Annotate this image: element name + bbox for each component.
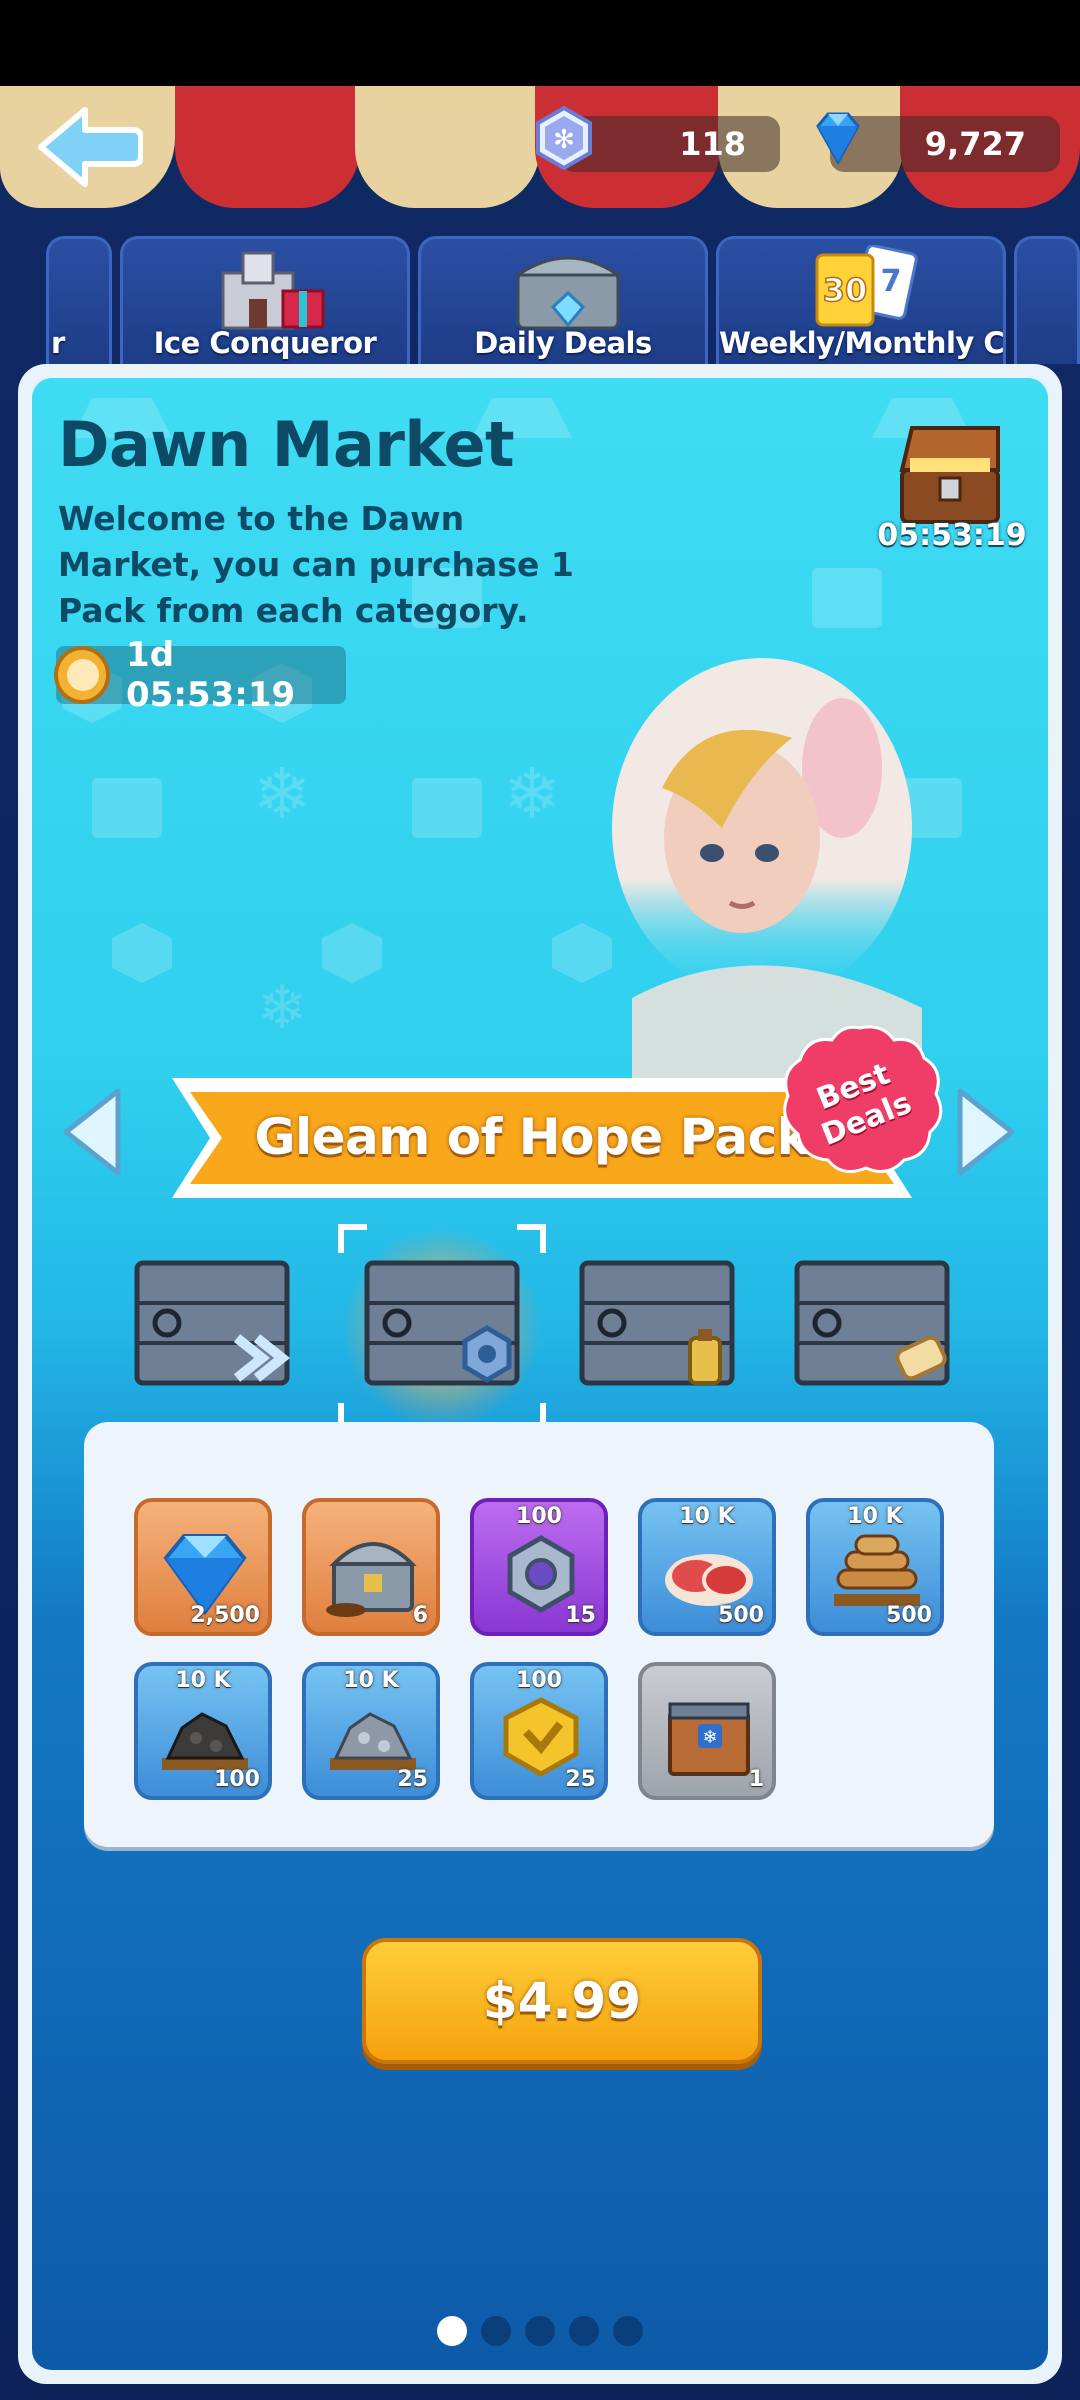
svg-text:❄: ❄ [257, 973, 307, 1043]
page-dot-4[interactable] [569, 2316, 599, 2346]
item-chest-count: 6 [412, 1603, 428, 1628]
pack-option-4[interactable] [787, 1243, 957, 1393]
svg-text:✻: ✻ [553, 125, 575, 155]
pack-selector [32, 1223, 1048, 1432]
diamond-count: 9,727 [924, 125, 1026, 163]
market-timer: 1d 05:53:19 [54, 635, 346, 715]
top-tab-beige-1 [355, 86, 540, 208]
tab-weekly-monthly-cards-label: Weekly/Monthly Cards [719, 326, 1005, 360]
back-button[interactable] [0, 86, 175, 208]
item-diamond-count: 2,500 [190, 1603, 260, 1628]
tab-next-partial[interactable] [1014, 236, 1080, 364]
market-title: Dawn Market [58, 408, 515, 481]
market-description: Welcome to the Dawn Market, you can purc… [58, 499, 574, 630]
item-coal[interactable]: 10 K 100 [134, 1662, 272, 1800]
pack-contents: 2,500 6 100 15 10 K 500 10 K 500 10 K 10… [84, 1422, 994, 1847]
item-iron-ore[interactable]: 10 K 25 [302, 1662, 440, 1800]
snowflake-gem-count: 118 [679, 125, 746, 163]
status-bar [0, 0, 1080, 86]
page-dot-2[interactable] [481, 2316, 511, 2346]
cards-icon: 30 7 [815, 245, 918, 327]
item-gold-token[interactable]: 100 25 [470, 1662, 608, 1800]
item-meat[interactable]: 10 K 500 [638, 1498, 776, 1636]
tab-partial[interactable]: r [46, 236, 112, 364]
top-tab-red-1 [175, 86, 360, 208]
pack-option-2-selected[interactable] [337, 1223, 547, 1433]
chest-timer: 05:53:19 [877, 518, 1027, 553]
item-coal-count: 100 [214, 1767, 260, 1792]
svg-text:❄: ❄ [503, 753, 562, 835]
page-dot-3[interactable] [525, 2316, 555, 2346]
item-gold-token-count: 25 [565, 1767, 596, 1792]
item-wood-count: 500 [886, 1603, 932, 1628]
back-arrow-icon [37, 107, 143, 187]
tab-ice-conqueror[interactable]: Ice Conqueror [120, 236, 410, 364]
item-chest[interactable]: 6 [302, 1498, 440, 1636]
snow-crate-icon: ❄ [668, 1702, 750, 1776]
buy-price: $4.99 [482, 1972, 642, 2030]
app-root: 118 ✻ 9,727 r Ice Conqueror Daily Deals … [0, 0, 1080, 2400]
item-gear-nut-count: 15 [565, 1603, 596, 1628]
item-wood[interactable]: 10 K 500 [806, 1498, 944, 1636]
svg-text:❄: ❄ [253, 753, 312, 835]
item-diamond[interactable]: 2,500 [134, 1498, 272, 1636]
item-snow-crate-count: 1 [748, 1767, 764, 1792]
page-dot-5[interactable] [613, 2316, 643, 2346]
diamond-icon [816, 112, 860, 166]
svg-text:❄: ❄ [807, 563, 857, 633]
tab-ice-conqueror-label: Ice Conqueror [153, 326, 377, 360]
market-panel: ❄ ❄ ❄ ❄ Dawn Market Welcome to the Dawn … [18, 364, 1062, 2384]
category-tabs: r Ice Conqueror Daily Deals 30 7 Weekly/… [0, 236, 1080, 364]
pack-option-3[interactable] [572, 1243, 742, 1393]
page-dot-1[interactable] [437, 2316, 467, 2346]
buy-button[interactable]: $4.99 [362, 1938, 762, 2064]
tab-daily-deals[interactable]: Daily Deals [418, 236, 708, 364]
svg-text:❄: ❄ [702, 1727, 717, 1748]
item-gear-nut[interactable]: 100 15 [470, 1498, 608, 1636]
tab-partial-label: r [51, 326, 65, 360]
item-iron-ore-count: 25 [397, 1767, 428, 1792]
castle-icon [221, 251, 325, 330]
market-timer-text: 1d 05:53:19 [126, 635, 296, 715]
cards-badge-30: 30 [823, 271, 868, 309]
pagination-dots [32, 2316, 1048, 2346]
prev-pack-arrow[interactable] [56, 1083, 130, 1181]
top-bar: 118 ✻ 9,727 [0, 86, 1080, 216]
cards-badge-7: 7 [881, 264, 902, 299]
snowflake-gem-icon: ✻ [536, 106, 592, 170]
tab-daily-deals-label: Daily Deals [474, 326, 652, 360]
pack-option-1[interactable] [127, 1243, 297, 1393]
item-meat-count: 500 [718, 1603, 764, 1628]
reward-chest-icon[interactable] [890, 418, 1010, 528]
next-pack-arrow[interactable] [948, 1083, 1022, 1181]
market-panel-inner: ❄ ❄ ❄ ❄ Dawn Market Welcome to the Dawn … [32, 378, 1048, 2370]
item-snow-crate[interactable]: ❄ 1 [638, 1662, 776, 1800]
tab-weekly-monthly-cards[interactable]: 30 7 Weekly/Monthly Cards [716, 236, 1006, 364]
daily-chest-icon [513, 256, 623, 330]
chest-icon [326, 1542, 417, 1617]
clock-icon [54, 646, 111, 704]
